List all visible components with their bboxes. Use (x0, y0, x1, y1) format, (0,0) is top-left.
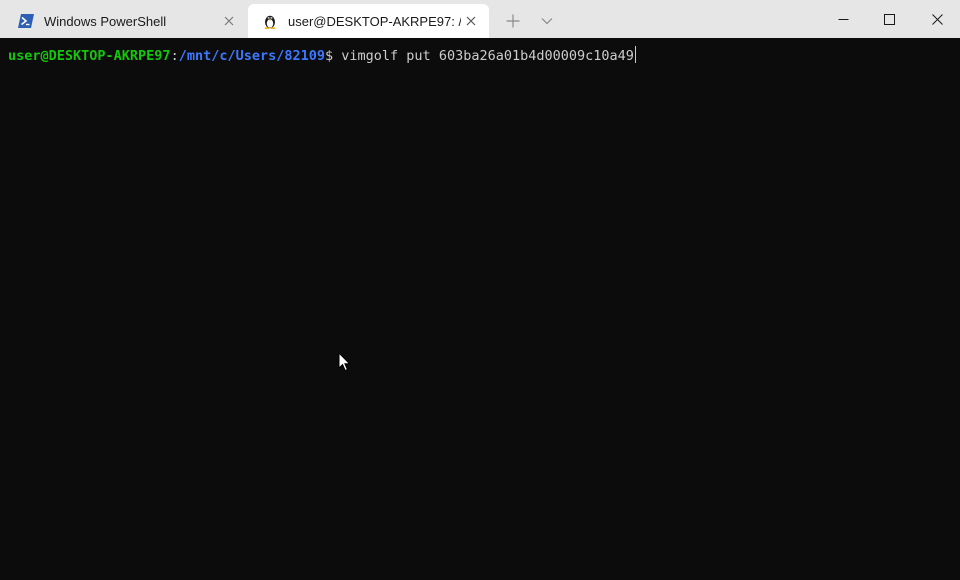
tab-title: user@DESKTOP-AKRPE97: /mn (288, 13, 461, 29)
powershell-icon (18, 13, 34, 29)
tab-title: Windows PowerShell (44, 13, 167, 29)
plus-icon (506, 14, 520, 28)
terminal-window: Windows PowerShell user@DESKTOP-AKRPE97:… (0, 0, 960, 580)
command-line: user@DESKTOP-AKRPE97:/mnt/c/Users/82109$… (8, 46, 636, 65)
close-window-button[interactable] (914, 0, 960, 38)
maximize-button[interactable] (866, 0, 912, 38)
chevron-down-icon (541, 18, 553, 25)
close-icon (931, 13, 943, 25)
prompt-separator: : (170, 48, 179, 64)
mouse-pointer-icon (338, 352, 350, 372)
minimize-icon (838, 18, 848, 20)
prompt-symbol: $ (325, 48, 334, 64)
minimize-button[interactable] (820, 0, 866, 38)
terminal-area[interactable]: user@DESKTOP-AKRPE97:/mnt/c/Users/82109$… (0, 38, 960, 580)
close-icon[interactable] (219, 11, 239, 31)
text-cursor (634, 46, 636, 63)
linux-penguin-icon (262, 13, 278, 29)
tab-linux-shell[interactable]: user@DESKTOP-AKRPE97: /mn (248, 4, 489, 38)
title-bar[interactable]: Windows PowerShell user@DESKTOP-AKRPE97:… (0, 0, 960, 38)
new-tab-button[interactable] (502, 10, 524, 32)
tab-windows-powershell[interactable]: Windows PowerShell (4, 4, 247, 38)
prompt-path: /mnt/c/Users/82109 (178, 48, 326, 64)
maximize-icon (883, 13, 895, 25)
close-icon[interactable] (461, 11, 481, 31)
tab-dropdown-button[interactable] (536, 10, 558, 32)
typed-command: vimgolf put 603ba26a01b4d00009c10a49 (333, 48, 634, 64)
prompt-user: user@DESKTOP-AKRPE97 (8, 48, 171, 64)
